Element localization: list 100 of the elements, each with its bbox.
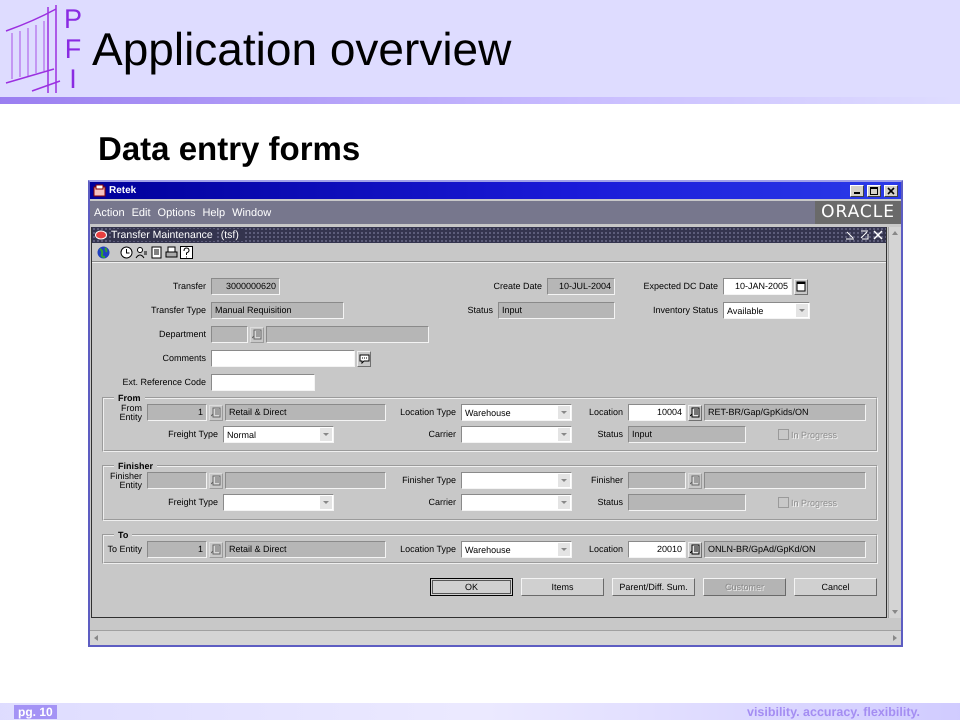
field-label: From Entity	[118, 404, 143, 422]
list-icon	[690, 407, 700, 418]
code-field[interactable]: 10004	[628, 404, 686, 421]
code-field[interactable]	[147, 472, 207, 489]
dropdown[interactable]: Warehouse	[461, 404, 572, 421]
description-field: ONLN-BR/GpAd/GpKd/ON	[704, 541, 866, 558]
description-field: Retail & Direct	[225, 541, 386, 558]
close-icon	[887, 186, 895, 194]
text-field[interactable]: Input	[628, 426, 746, 443]
logo-letter: I	[69, 64, 77, 94]
list-icon	[252, 329, 262, 340]
calendar-button[interactable]	[794, 278, 808, 294]
field-label: Freight Type	[167, 430, 219, 439]
field-label: Freight Type	[167, 498, 219, 507]
document-icon[interactable]	[150, 246, 163, 258]
slide-title: Application overview	[92, 22, 512, 76]
help-icon[interactable]	[180, 246, 193, 258]
vertical-scrollbar[interactable]	[888, 227, 901, 618]
field-label: Status	[596, 498, 624, 507]
field-label: Transfer	[172, 282, 207, 291]
dropdown[interactable]: Available	[723, 302, 810, 319]
caret-icon	[558, 474, 570, 487]
field-label: Ext. Reference Code	[121, 378, 207, 387]
comment-button[interactable]	[357, 350, 371, 366]
form-button[interactable]: Items	[521, 578, 604, 596]
maximize-icon	[870, 186, 878, 194]
menu-item[interactable]: Window	[232, 206, 272, 218]
date-field[interactable]: 10-JAN-2005	[723, 278, 792, 295]
minimize-button[interactable]	[850, 184, 864, 196]
app-icon	[93, 184, 106, 197]
slide-subtitle: Data entry forms	[98, 130, 362, 169]
close-icon[interactable]	[873, 230, 883, 240]
form-button[interactable]: Parent/Diff. Sum.	[612, 578, 695, 596]
menu-item[interactable]: Help	[202, 206, 226, 218]
text-field[interactable]	[211, 374, 315, 391]
dropdown[interactable]	[461, 494, 572, 511]
clock-icon[interactable]	[120, 246, 133, 258]
code-field[interactable]	[628, 472, 686, 489]
field-label: Department	[158, 330, 207, 339]
field-label: Transfer Type	[150, 306, 207, 315]
page-number: pg. 10	[14, 704, 57, 718]
field-label: Status	[596, 430, 624, 439]
printer-icon[interactable]	[165, 246, 178, 258]
code-field[interactable]	[211, 326, 248, 343]
dropdown[interactable]: Warehouse	[461, 541, 572, 558]
field-label: Comments	[161, 354, 207, 363]
horizontal-scrollbar[interactable]	[90, 630, 901, 645]
description-field: Retail & Direct	[225, 404, 386, 421]
list-icon	[211, 544, 221, 555]
dropdown[interactable]: Normal	[223, 426, 334, 443]
form-icon	[95, 229, 107, 241]
close-button[interactable]	[884, 184, 898, 196]
checkbox-label: In Progress	[791, 430, 838, 440]
globe-icon[interactable]	[97, 246, 110, 258]
caret-icon	[558, 543, 570, 556]
window-title: Retek	[109, 185, 138, 196]
description-field: RET-BR/Gap/GpKids/ON	[704, 404, 866, 421]
dropdown[interactable]	[461, 426, 572, 443]
form-title: Transfer Maintenance	[111, 229, 217, 241]
field-label: Carrier	[427, 498, 457, 507]
section-title: To	[117, 529, 130, 541]
field-label: Location	[588, 408, 624, 417]
field-label: Inventory Status	[652, 306, 719, 315]
caret-icon	[320, 428, 332, 441]
minimize-icon[interactable]	[845, 230, 855, 240]
code-field[interactable]: 1	[147, 404, 207, 421]
logo-letter: P	[64, 4, 82, 34]
text-field[interactable]: 10-JUL-2004	[547, 278, 615, 295]
list-icon	[690, 544, 700, 555]
form-button[interactable]: Cancel	[794, 578, 877, 596]
form-button[interactable]: OK	[430, 578, 513, 596]
person-icon[interactable]	[135, 246, 148, 258]
dropdown[interactable]	[223, 494, 334, 511]
field-label: Finisher Entity	[108, 472, 143, 490]
caret-icon	[558, 496, 570, 509]
field-label: Create Date	[492, 282, 543, 291]
list-button[interactable]	[688, 404, 702, 420]
logo-letter: F	[64, 34, 82, 64]
field-label: Status	[466, 306, 494, 315]
minimize-icon	[854, 192, 860, 194]
text-field[interactable]: Manual Requisition	[211, 302, 344, 319]
field-label: Expected DC Date	[642, 282, 719, 291]
maximize-button[interactable]	[867, 184, 881, 196]
restore-icon[interactable]	[859, 230, 869, 240]
list-button[interactable]	[688, 542, 702, 558]
text-field[interactable]: 3000000620	[211, 278, 280, 295]
text-field[interactable]	[628, 494, 746, 511]
speech-bubble-icon	[358, 354, 370, 364]
menu-item[interactable]: Action	[94, 206, 125, 218]
text-field[interactable]: Input	[498, 302, 615, 319]
field-label: Finisher	[590, 476, 624, 485]
code-field[interactable]: 20010	[628, 541, 686, 558]
code-field[interactable]: 1	[147, 541, 207, 558]
dropdown[interactable]	[461, 472, 572, 489]
brand-logo: ORACLE	[815, 201, 901, 224]
caret-icon	[558, 428, 570, 441]
text-field[interactable]	[211, 350, 355, 367]
menu-item[interactable]: Edit	[132, 206, 151, 218]
field-label: Location	[588, 545, 624, 554]
menu-item[interactable]: Options	[158, 206, 196, 218]
